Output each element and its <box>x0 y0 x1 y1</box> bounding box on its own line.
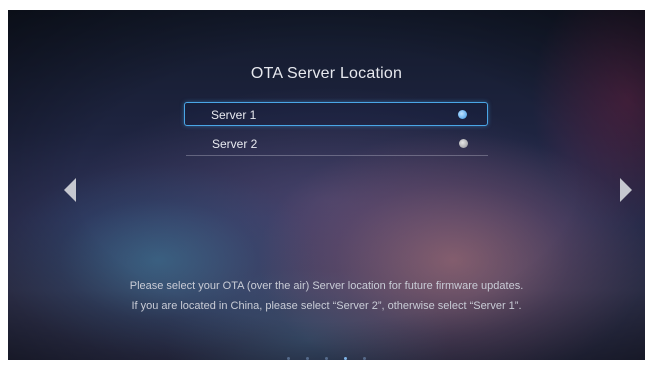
description-line-1: Please select your OTA (over the air) Se… <box>129 280 524 292</box>
page-title: OTA Server Location <box>250 65 403 82</box>
server-option-list: Server 1 Server 2 <box>184 102 488 162</box>
server-option-2[interactable]: Server 2 <box>186 132 488 156</box>
server-option-label: Server 1 <box>211 108 257 122</box>
page-dot <box>324 357 328 360</box>
arrow-left-icon[interactable] <box>64 178 76 202</box>
description-line-2: If you are located in China, please sele… <box>131 300 522 312</box>
page-indicator <box>8 347 645 360</box>
page-dot <box>286 357 290 360</box>
arrow-right-icon[interactable] <box>620 178 632 202</box>
radio-selected-icon <box>458 110 467 119</box>
server-option-1[interactable]: Server 1 <box>184 102 488 126</box>
page-dot <box>363 357 367 360</box>
page-dot <box>305 357 309 360</box>
window-frame: OTA Server Location Server 1 Server 2 Pl… <box>0 0 653 369</box>
description-text: Please select your OTA (over the air) Se… <box>8 276 645 316</box>
setup-screen: OTA Server Location Server 1 Server 2 Pl… <box>8 10 645 360</box>
page-dot-active <box>343 356 348 360</box>
radio-unselected-icon <box>459 139 468 148</box>
server-option-label: Server 2 <box>212 137 258 151</box>
